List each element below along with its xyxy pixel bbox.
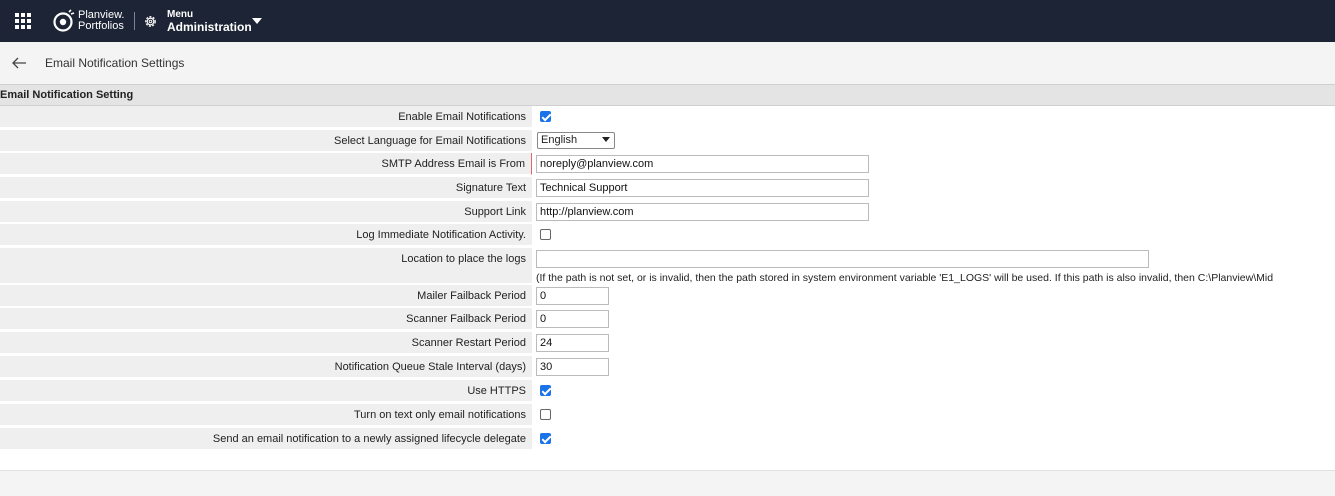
log-activity-checkbox[interactable] <box>540 229 551 240</box>
footer-bar <box>0 470 1335 496</box>
setting-row-log-location: Location to place the logs (If the path … <box>0 248 1335 285</box>
signature-text-field[interactable]: Technical Support <box>536 179 869 197</box>
setting-label: SMTP Address Email is From <box>0 153 532 175</box>
lifecycle-delegate-checkbox[interactable] <box>540 433 551 444</box>
setting-label: Send an email notification to a newly as… <box>0 428 532 450</box>
setting-row-enable-email: Enable Email Notifications <box>0 106 1335 129</box>
mailer-failback-field[interactable]: 0 <box>536 287 609 305</box>
chevron-down-icon <box>602 137 610 142</box>
text-only-checkbox[interactable] <box>540 409 551 420</box>
setting-label: Log Immediate Notification Activity. <box>0 224 532 246</box>
setting-label: Enable Email Notifications <box>0 106 532 128</box>
setting-row-scanner-failback: Scanner Failback Period 0 <box>0 308 1335 331</box>
setting-row-text-only: Turn on text only email notifications <box>0 404 1335 427</box>
planview-logo-icon <box>53 9 75 32</box>
setting-label: Select Language for Email Notifications <box>0 130 532 152</box>
header-divider <box>134 12 135 30</box>
back-arrow-icon[interactable] <box>11 56 27 70</box>
setting-label: Location to place the logs <box>0 248 532 284</box>
setting-row-stale-interval: Notification Queue Stale Interval (days)… <box>0 356 1335 379</box>
setting-label: Use HTTPS <box>0 380 532 402</box>
page-title: Email Notification Settings <box>45 56 185 70</box>
smtp-address-field[interactable]: noreply@planview.com <box>536 155 869 173</box>
scanner-failback-field[interactable]: 0 <box>536 310 609 328</box>
brand-name: Planview. Portfolios <box>78 10 124 32</box>
log-location-note: (If the path is not set, or is invalid, … <box>536 272 1274 284</box>
page-header: Email Notification Settings <box>0 42 1335 85</box>
use-https-checkbox[interactable] <box>540 385 551 396</box>
brand-line2: Portfolios <box>78 20 124 32</box>
setting-row-lifecycle-delegate: Send an email notification to a newly as… <box>0 428 1335 451</box>
scanner-restart-field[interactable]: 24 <box>536 334 609 352</box>
setting-label: Turn on text only email notifications <box>0 404 532 426</box>
setting-row-signature: Signature Text Technical Support <box>0 177 1335 200</box>
language-select-value: English <box>541 134 578 146</box>
gear-icon <box>145 16 156 27</box>
setting-row-support-link: Support Link http://planview.com <box>0 201 1335 224</box>
setting-row-https: Use HTTPS <box>0 380 1335 403</box>
setting-label: Scanner Restart Period <box>0 332 532 354</box>
chevron-down-icon[interactable] <box>252 18 262 24</box>
stale-interval-field[interactable]: 30 <box>536 358 609 376</box>
menu-current-module: Administration <box>167 20 252 34</box>
setting-label: Signature Text <box>0 177 532 199</box>
setting-label: Mailer Failback Period <box>0 285 532 307</box>
top-bar: Planview. Portfolios Menu Administration <box>0 0 1335 42</box>
setting-row-smtp: SMTP Address Email is From noreply@planv… <box>0 153 1335 176</box>
setting-row-log-activity: Log Immediate Notification Activity. <box>0 224 1335 247</box>
app-launcher-grid-icon[interactable] <box>15 13 31 29</box>
menu-button[interactable]: Menu Administration <box>167 9 252 33</box>
setting-row-language: Select Language for Email Notifications … <box>0 130 1335 153</box>
log-location-field[interactable] <box>536 250 1149 268</box>
language-select[interactable]: English <box>537 132 615 149</box>
enable-email-checkbox[interactable] <box>540 111 551 122</box>
setting-label: Scanner Failback Period <box>0 308 532 330</box>
setting-row-mailer-failback: Mailer Failback Period 0 <box>0 285 1335 308</box>
setting-label: Support Link <box>0 201 532 223</box>
setting-row-scanner-restart: Scanner Restart Period 24 <box>0 332 1335 355</box>
support-link-field[interactable]: http://planview.com <box>536 203 869 221</box>
setting-label: Notification Queue Stale Interval (days) <box>0 356 532 378</box>
section-header: Email Notification Setting <box>0 85 1335 106</box>
